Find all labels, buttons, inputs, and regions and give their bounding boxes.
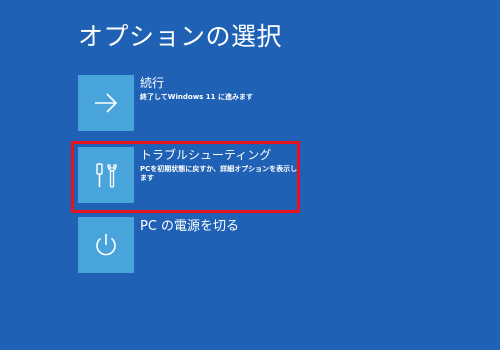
troubleshoot-title: トラブルシューティング <box>140 148 272 162</box>
continue-description: 終了してWindows 11 に進みます <box>140 93 253 101</box>
recovery-screen: オプションの選択 続行 終了してWindows 11 に進みます トラブルシュー… <box>0 0 500 350</box>
troubleshoot-option[interactable]: トラブルシューティング PCを初期状態に戻すか、詳細オプションを表示します <box>78 147 298 203</box>
shutdown-option[interactable]: PC の電源を切る <box>78 217 298 273</box>
page-title: オプションの選択 <box>78 22 283 51</box>
shutdown-tile[interactable] <box>78 217 134 273</box>
power-icon <box>96 234 116 256</box>
troubleshoot-description: PCを初期状態に戻すか、詳細オプションを表示します <box>140 165 298 182</box>
troubleshoot-tile[interactable] <box>78 147 134 203</box>
shutdown-title: PC の電源を切る <box>140 219 240 234</box>
continue-option[interactable]: 続行 終了してWindows 11 に進みます <box>78 75 298 131</box>
arrow-right-icon <box>95 93 118 113</box>
continue-title: 続行 <box>140 76 165 90</box>
continue-tile[interactable] <box>78 75 134 131</box>
tools-icon <box>96 163 117 188</box>
